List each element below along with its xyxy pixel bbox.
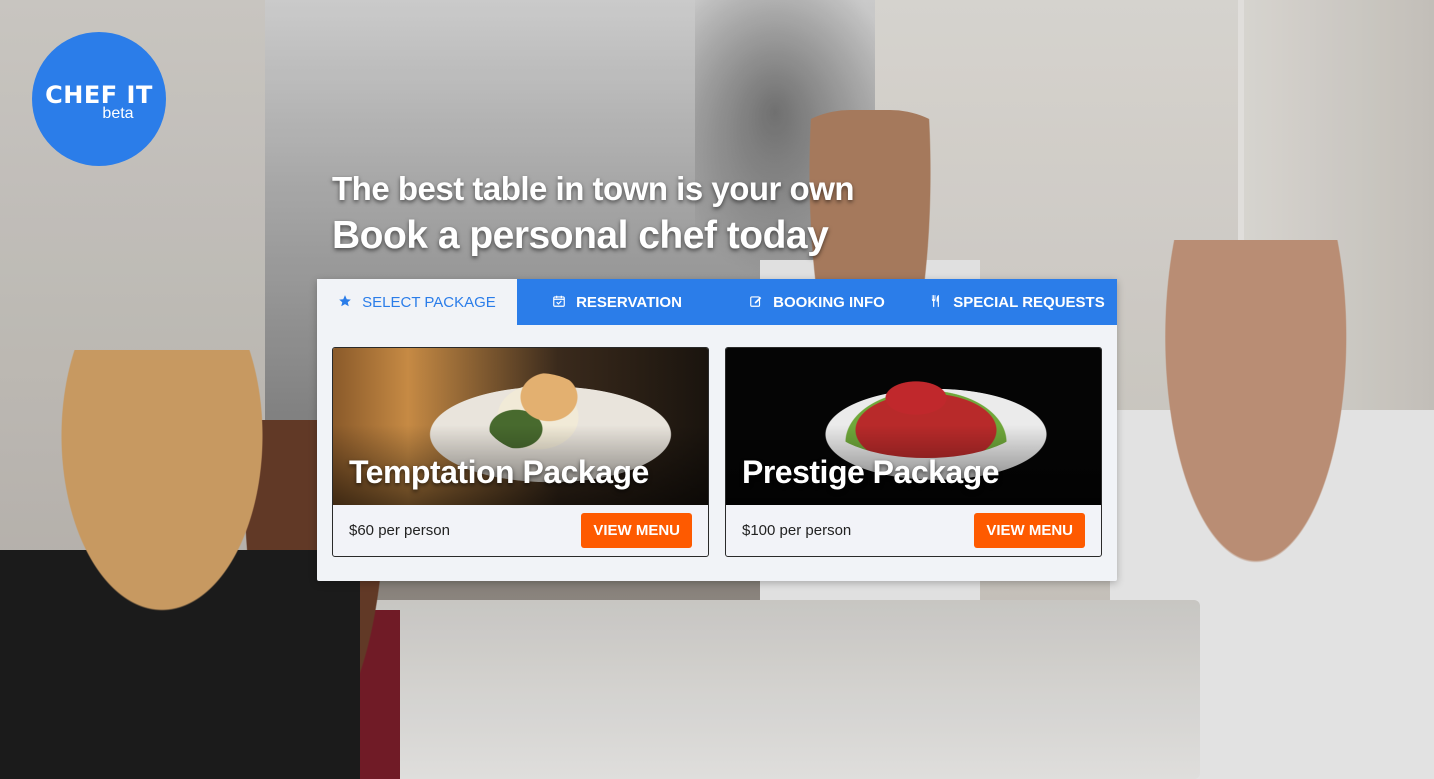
logo-brand-text: CHEF IT: [45, 81, 153, 109]
booking-tabs: SELECT PACKAGE RESERVATION BOOKING INFO …: [317, 279, 1117, 325]
hero-tagline: The best table in town is your own: [332, 170, 855, 207]
package-price: $100 per person: [742, 522, 852, 539]
package-image: Temptation Package: [333, 348, 708, 505]
star-icon: [338, 294, 354, 310]
calendar-check-icon: [552, 294, 568, 310]
tab-reservation[interactable]: RESERVATION: [517, 279, 717, 325]
tab-booking-info[interactable]: BOOKING INFO: [717, 279, 917, 325]
hero-heading: The best table in town is your own Book …: [332, 170, 855, 258]
utensils-icon: [929, 294, 945, 310]
booking-panel: SELECT PACKAGE RESERVATION BOOKING INFO …: [317, 279, 1117, 581]
tab-label: SPECIAL REQUESTS: [953, 293, 1105, 311]
package-price: $60 per person: [349, 522, 450, 539]
tab-label: RESERVATION: [576, 293, 682, 311]
tab-special-requests[interactable]: SPECIAL REQUESTS: [917, 279, 1117, 325]
tab-label: BOOKING INFO: [773, 293, 885, 311]
logo-beta-label: beta: [102, 105, 134, 122]
package-card-prestige[interactable]: Prestige Package $100 per person VIEW ME…: [725, 347, 1102, 557]
view-menu-button[interactable]: VIEW MENU: [581, 513, 692, 548]
package-title: Prestige Package: [742, 454, 1000, 490]
package-image: Prestige Package: [726, 348, 1101, 505]
package-title: Temptation Package: [349, 454, 649, 490]
hero-title: Book a personal chef today: [332, 214, 829, 257]
package-cards: Temptation Package $60 per person VIEW M…: [317, 325, 1117, 557]
tab-select-package[interactable]: SELECT PACKAGE: [317, 279, 517, 325]
view-menu-button[interactable]: VIEW MENU: [974, 513, 1085, 548]
chefit-logo[interactable]: CHEF IT beta: [32, 32, 166, 166]
package-card-temptation[interactable]: Temptation Package $60 per person VIEW M…: [332, 347, 709, 557]
tab-label: SELECT PACKAGE: [362, 293, 496, 311]
edit-icon: [749, 294, 765, 310]
